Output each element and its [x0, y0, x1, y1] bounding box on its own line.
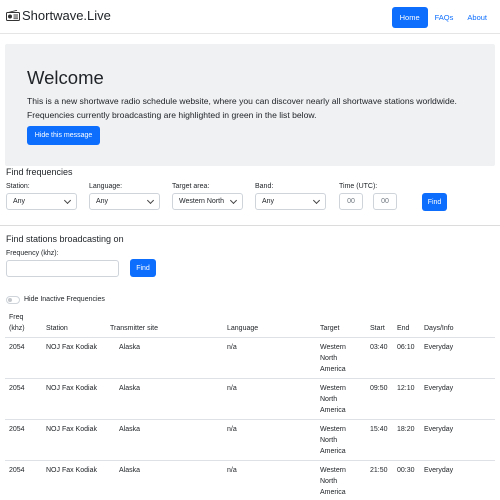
frequency-label: Frequency (khz): [6, 250, 59, 257]
col-header-language: Language [227, 325, 259, 332]
cell-target: Western North America [320, 424, 346, 457]
cell-target: Western North America [320, 342, 346, 375]
target-area-label: Target area: [172, 183, 210, 190]
cell-target-line: North [320, 396, 338, 403]
table-row-divider [5, 378, 495, 379]
cell-language: n/a [227, 344, 237, 351]
hide-inactive-toggle[interactable] [6, 296, 20, 304]
chevron-down-icon [63, 196, 72, 205]
cell-station: NOJ Fax Kodiak [46, 385, 97, 392]
nav-faqs[interactable]: FAQs [428, 8, 461, 27]
language-label: Language: [89, 183, 123, 190]
cell-target-line: North [320, 437, 338, 444]
find-stations-button[interactable]: Find [130, 259, 156, 277]
time-to-input[interactable]: 00 [373, 193, 397, 210]
cell-site: Alaska [119, 426, 141, 433]
brand-link[interactable]: Shortwave.Live [6, 8, 111, 23]
chevron-down-icon [312, 196, 321, 205]
navbar: Shortwave.Live Home FAQs About [0, 0, 500, 34]
station-select[interactable]: Any [6, 193, 77, 210]
welcome-panel: Welcome This is a new shortwave radio sc… [5, 44, 495, 166]
cell-target-line: Western [320, 344, 346, 351]
nav-about[interactable]: About [460, 8, 494, 27]
cell-language: n/a [227, 467, 237, 474]
find-stations-title: Find stations broadcasting on [6, 234, 124, 244]
cell-target-line: America [320, 366, 346, 373]
cell-target-line: North [320, 478, 338, 485]
cell-end: 18:20 [397, 426, 415, 433]
cell-freq: 2054 [9, 467, 25, 474]
cell-freq: 2054 [9, 344, 25, 351]
col-header-freq: Freq (khz) [9, 312, 25, 334]
welcome-text: This is a new shortwave radio schedule w… [27, 96, 457, 120]
station-label: Station: [6, 183, 30, 190]
col-header-station: Station [46, 325, 68, 332]
cell-days: Everyday [424, 344, 454, 351]
band-label: Band: [255, 183, 274, 190]
welcome-title: Welcome [27, 67, 104, 88]
language-select-value: Any [96, 198, 109, 205]
cell-freq: 2054 [9, 385, 25, 392]
cell-language: n/a [227, 426, 237, 433]
cell-site: Alaska [119, 467, 141, 474]
hide-inactive-label: Hide Inactive Frequencies [24, 296, 105, 303]
cell-end: 12:10 [397, 385, 415, 392]
target-area-select[interactable]: Western North [172, 193, 243, 210]
find-frequencies-button[interactable]: Find [422, 193, 447, 211]
find-frequencies-title: Find frequencies [6, 167, 73, 177]
toggle-knob [8, 298, 12, 302]
time-label: Time (UTC): [339, 183, 378, 190]
radio-icon [6, 10, 20, 21]
chevron-down-icon [146, 196, 155, 205]
cell-target-line: North [320, 355, 338, 362]
cell-station: NOJ Fax Kodiak [46, 426, 97, 433]
cell-target-line: Western [320, 385, 346, 392]
table-header-divider [5, 337, 495, 338]
col-header-start: Start [370, 325, 385, 332]
target-area-select-value: Western North [179, 198, 224, 205]
time-from-input[interactable]: 00 [339, 193, 363, 210]
cell-start: 03:40 [370, 344, 388, 351]
col-header-end: End [397, 325, 410, 332]
cell-days: Everyday [424, 467, 454, 474]
cell-start: 15:40 [370, 426, 388, 433]
cell-start: 09:50 [370, 385, 388, 392]
cell-language: n/a [227, 385, 237, 392]
frequency-input[interactable] [6, 260, 119, 277]
brand-name: Shortwave.Live [22, 8, 111, 23]
col-header-site: Transmitter site [110, 325, 158, 332]
cell-site: Alaska [119, 385, 141, 392]
section-divider [0, 225, 500, 226]
col-header-freq-line1: Freq [9, 314, 24, 321]
chevron-down-icon [229, 196, 238, 205]
cell-freq: 2054 [9, 426, 25, 433]
cell-target-line: Western [320, 426, 346, 433]
cell-end: 06:10 [397, 344, 415, 351]
cell-end: 00:30 [397, 467, 415, 474]
cell-days: Everyday [424, 426, 454, 433]
cell-target-line: Western [320, 467, 346, 474]
band-select[interactable]: Any [255, 193, 326, 210]
col-header-freq-line2: (khz) [9, 325, 25, 332]
cell-start: 21:50 [370, 467, 388, 474]
hide-message-button[interactable]: Hide this message [27, 126, 100, 145]
cell-days: Everyday [424, 385, 454, 392]
col-header-days: Days/Info [424, 325, 454, 332]
cell-site: Alaska [119, 344, 141, 351]
cell-target: Western North America [320, 465, 346, 498]
nav-menu: Home FAQs About [391, 7, 494, 28]
table-row-divider [5, 460, 495, 461]
cell-station: NOJ Fax Kodiak [46, 467, 97, 474]
cell-target: Western North America [320, 383, 346, 416]
col-header-target: Target [320, 325, 340, 332]
nav-home[interactable]: Home [391, 7, 428, 28]
cell-target-line: America [320, 407, 346, 414]
station-select-value: Any [13, 198, 26, 205]
language-select[interactable]: Any [89, 193, 160, 210]
table-row-divider [5, 419, 495, 420]
cell-target-line: America [320, 448, 346, 455]
band-select-value: Any [262, 198, 275, 205]
cell-target-line: America [320, 489, 346, 496]
cell-station: NOJ Fax Kodiak [46, 344, 97, 351]
